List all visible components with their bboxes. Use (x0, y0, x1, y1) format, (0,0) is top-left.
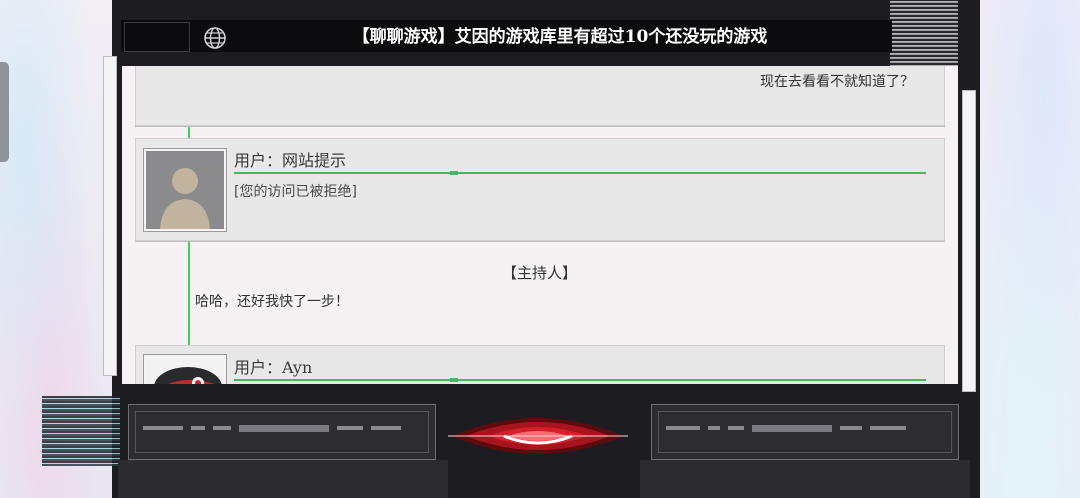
post-message: 现在去看看不就知道了？ (760, 74, 914, 90)
glitched-label-left (143, 419, 423, 437)
default-user-avatar (143, 148, 227, 232)
post-card-site-notice: 用户：网站提示 [您的访问已被拒绝] (135, 138, 945, 241)
host-name: 【主持人】 (502, 264, 578, 282)
glitched-label-right (666, 419, 946, 437)
post-card-truncated: 现在去看看不就知道了？ (135, 66, 945, 126)
glitch-overlay-right (890, 0, 958, 70)
bottom-panel-left (118, 460, 448, 498)
title-left-panel (124, 22, 190, 52)
thread-content[interactable]: 现在去看看不就知道了？ 用户：网站提示 [您的访问已被拒绝] 【主持人】 哈哈，… (122, 66, 958, 384)
red-eye-icon (448, 418, 628, 454)
user-label: 用户：网站提示 (234, 151, 347, 170)
post-card-ayn: 用户：Ayn (135, 345, 945, 384)
ayn-avatar (143, 354, 227, 384)
right-frame-bar (962, 90, 976, 392)
globe-icon (204, 27, 226, 49)
game-screen: 【聊聊游戏】艾因的游戏库里有超过10个还没玩的游戏 现在去看看不就知道了？ 用户… (0, 0, 1080, 498)
user-label: 用户：Ayn (234, 358, 313, 377)
glitched-left-button[interactable] (128, 404, 436, 460)
user-silhouette-icon (146, 151, 224, 229)
glitched-right-button[interactable] (651, 404, 959, 460)
bottom-panel-right (640, 460, 970, 498)
post-message: [您的访问已被拒绝] (234, 184, 357, 200)
user-divider (234, 171, 926, 175)
edge-handle[interactable] (0, 62, 9, 162)
glitch-overlay-left (42, 396, 120, 466)
left-frame-bar (103, 56, 117, 376)
thread-title: 【聊聊游戏】艾因的游戏库里有超过10个还没玩的游戏 (352, 27, 768, 47)
user-divider (234, 378, 926, 382)
host-message: 哈哈，还好我快了一步！ (195, 294, 349, 310)
cap-avatar-icon (146, 357, 224, 384)
